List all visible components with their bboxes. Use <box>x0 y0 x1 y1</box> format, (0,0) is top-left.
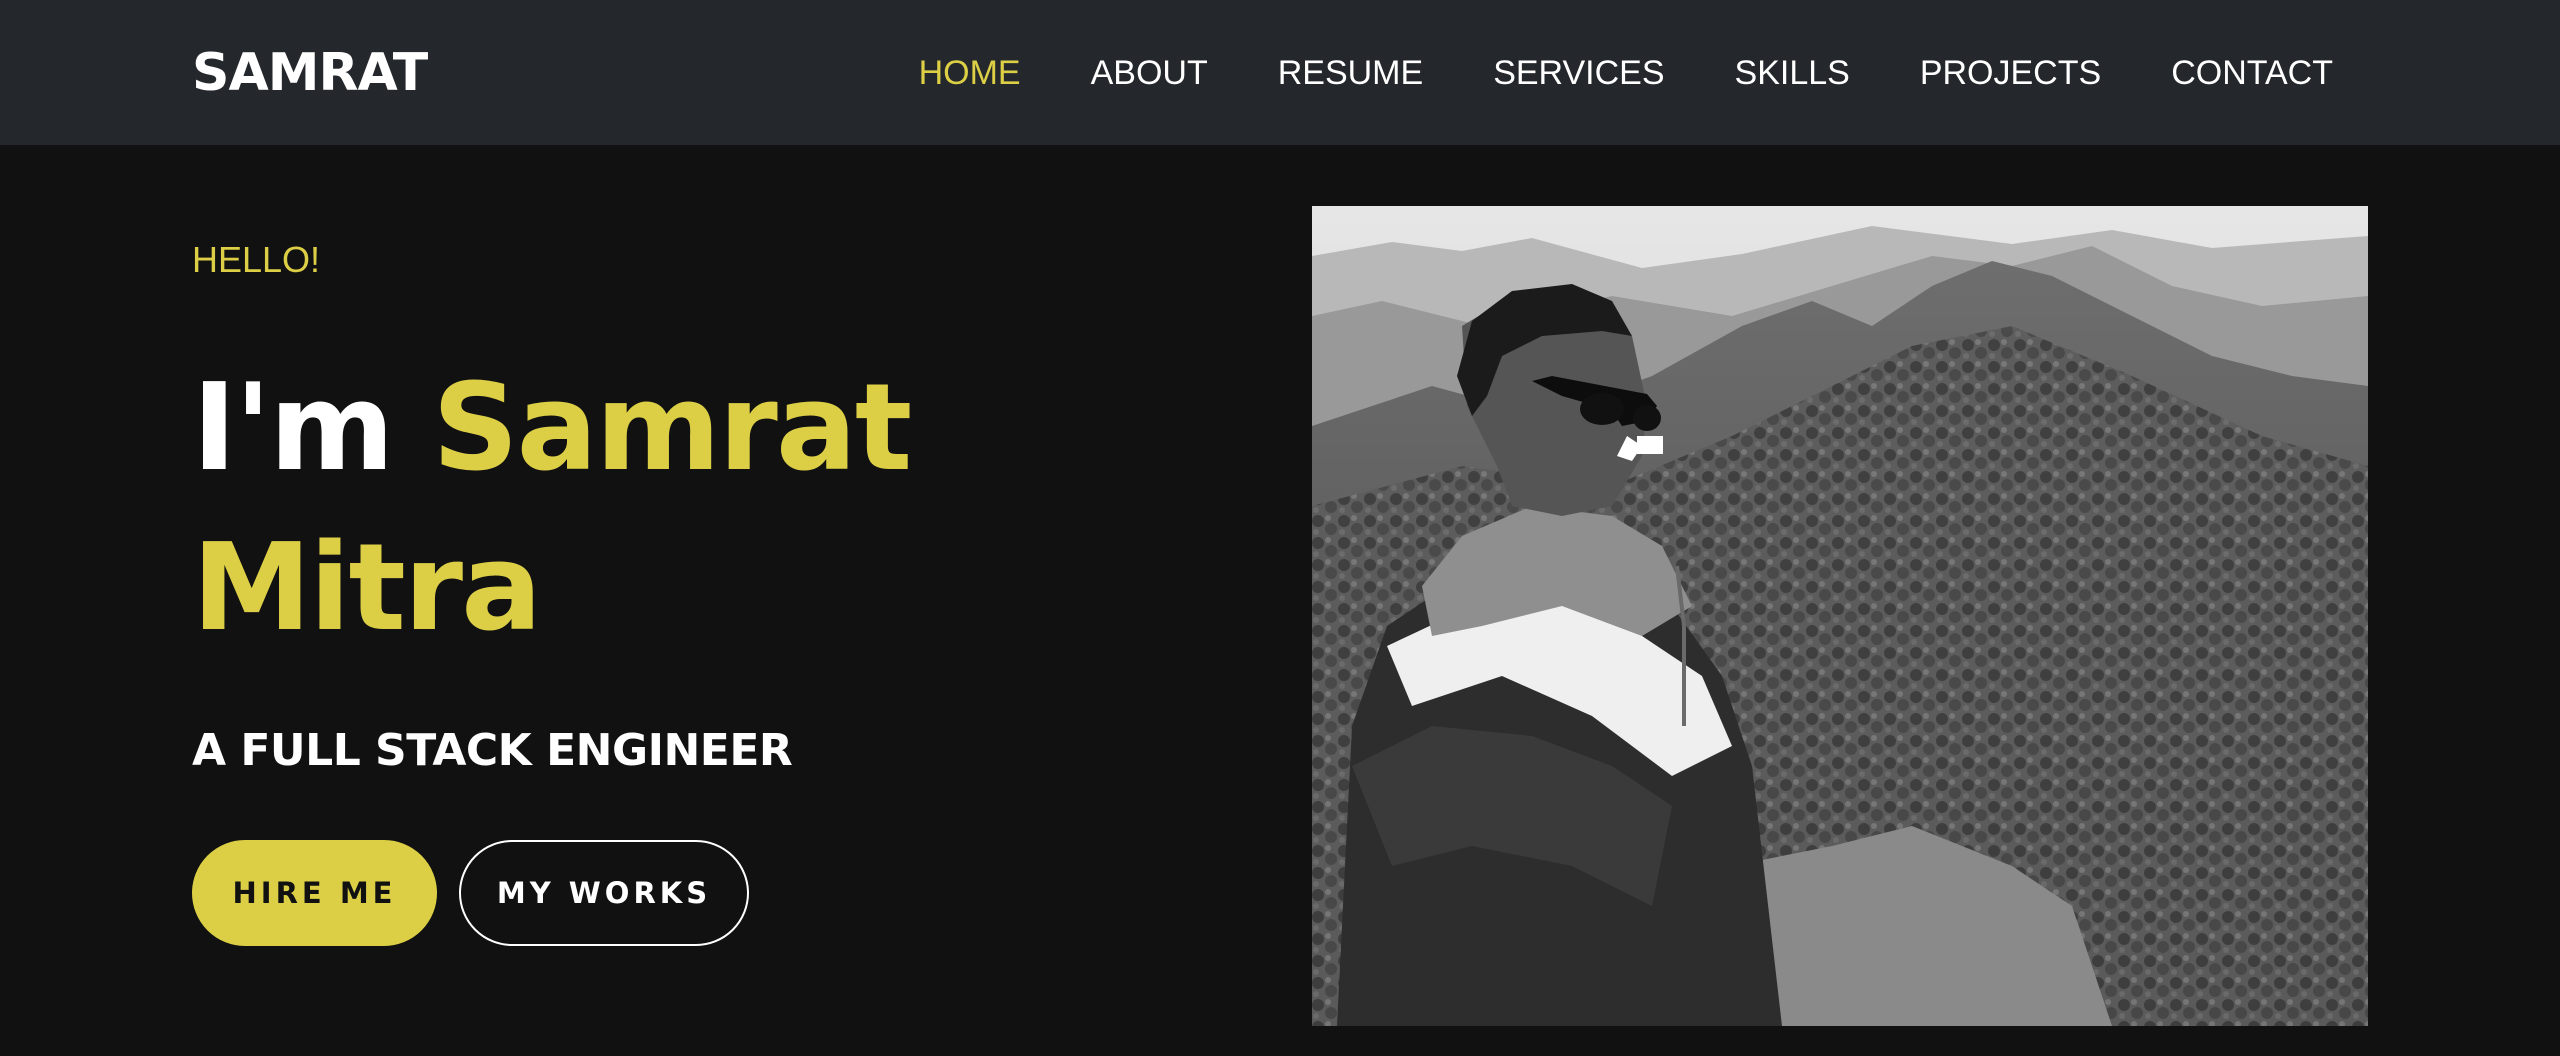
nav-link-about[interactable]: ABOUT <box>1091 48 1208 98</box>
profile-photo <box>1312 206 2368 1026</box>
nav-item-contact: CONTACT <box>2171 48 2333 98</box>
hero-first-name: Samrat <box>432 359 912 498</box>
nav-item-skills: SKILLS <box>1735 48 1850 98</box>
nav-link-home[interactable]: HOME <box>919 48 1021 98</box>
brand-logo[interactable]: SAMRAT <box>192 38 428 108</box>
navbar: SAMRAT HOME ABOUT RESUME SERVICES SKILLS… <box>0 0 2560 145</box>
hero-text: HELLO! I'm Samrat Mitra A FULL STACK ENG… <box>192 235 1092 781</box>
hero-intro: I'm <box>192 359 394 498</box>
nav-item-home: HOME <box>919 48 1021 98</box>
nav-item-services: SERVICES <box>1493 48 1664 98</box>
hero-greeting: HELLO! <box>192 239 321 280</box>
hire-me-button[interactable]: HIRE ME <box>192 840 437 946</box>
nav-menu: HOME ABOUT RESUME SERVICES SKILLS PROJEC… <box>919 48 2333 98</box>
my-works-button[interactable]: MY WORKS <box>459 840 749 946</box>
nav-item-about: ABOUT <box>1091 48 1208 98</box>
hero-last-name: Mitra <box>192 519 542 658</box>
hero-actions: HIRE ME MY WORKS <box>192 840 749 946</box>
nav-link-contact[interactable]: CONTACT <box>2171 48 2333 98</box>
nav-link-resume[interactable]: RESUME <box>1278 48 1423 98</box>
nav-link-skills[interactable]: SKILLS <box>1735 48 1850 98</box>
hero-subtitle: A FULL STACK ENGINEER <box>192 725 793 776</box>
nav-link-projects[interactable]: PROJECTS <box>1920 48 2101 98</box>
nav-item-projects: PROJECTS <box>1920 48 2101 98</box>
profile-photo-image <box>1312 206 2368 1026</box>
nav-item-resume: RESUME <box>1278 48 1423 98</box>
hero-headline: I'm Samrat Mitra <box>192 349 1012 669</box>
nav-link-services[interactable]: SERVICES <box>1493 48 1664 98</box>
headline-row-1: I'm Samrat <box>192 349 1012 509</box>
